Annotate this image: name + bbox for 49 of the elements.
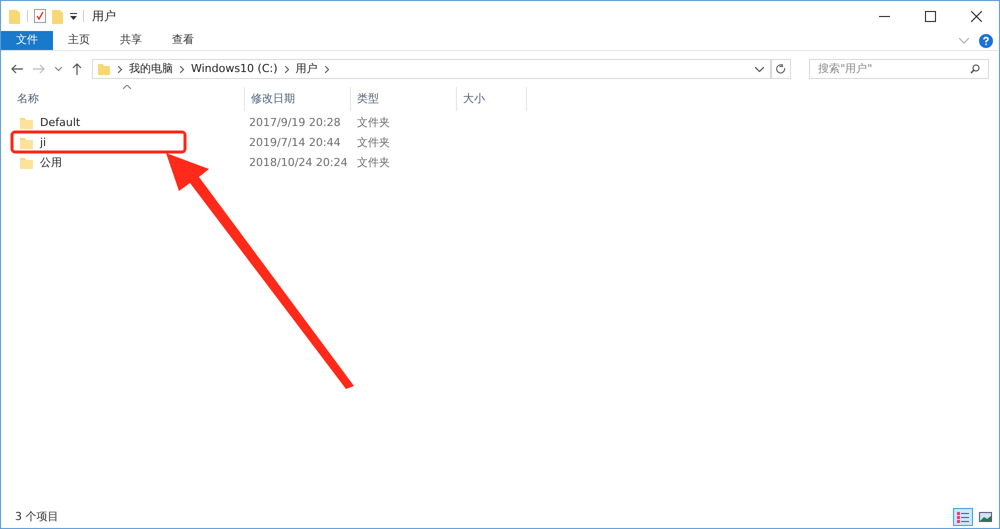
- search-placeholder: 搜索"用户": [818, 60, 872, 77]
- column-header[interactable]: 类型: [357, 90, 379, 108]
- modified-date: 2019/7/14 20:44: [248, 134, 342, 151]
- details-view-button[interactable]: [953, 508, 973, 526]
- chevron-right-icon[interactable]: [324, 66, 329, 72]
- file-type: 文件夹: [356, 114, 390, 131]
- modified-date: 2018/10/24 20:24: [248, 154, 349, 171]
- column-header[interactable]: 大小: [463, 90, 485, 108]
- chevron-down-icon[interactable]: [755, 66, 764, 72]
- details-view-icon: [957, 512, 969, 522]
- sort-ascending-icon: [123, 85, 131, 89]
- ribbon-tab[interactable]: 共享: [105, 31, 157, 50]
- help-icon[interactable]: [979, 34, 993, 48]
- ribbon-tab[interactable]: 主页: [53, 31, 105, 50]
- breadcrumb[interactable]: 我的电脑: [128, 60, 173, 78]
- up-arrow-icon[interactable]: [72, 63, 82, 75]
- chevron-right-icon[interactable]: [118, 66, 122, 72]
- chevron-right-icon[interactable]: [284, 66, 289, 72]
- file-name[interactable]: Default: [40, 114, 80, 132]
- ribbon-tab[interactable]: 文件: [1, 31, 53, 50]
- folder-icon: [20, 117, 34, 129]
- item-count: 3 个项目: [15, 508, 58, 525]
- file-type: 文件夹: [356, 134, 390, 151]
- address-field[interactable]: 我的电脑 Windows10 (C:) 用户: [92, 59, 772, 79]
- file-type: 文件夹: [356, 154, 390, 171]
- thumbnail-view-icon: [978, 512, 992, 522]
- folder-icon: [20, 137, 34, 149]
- checklist-icon[interactable]: [34, 9, 46, 23]
- chevron-down-icon[interactable]: [54, 67, 62, 71]
- file-name[interactable]: 公用: [40, 154, 62, 172]
- modified-date: 2017/9/19 20:28: [248, 114, 342, 131]
- chevron-right-icon[interactable]: [180, 66, 184, 72]
- maximize-icon: [924, 10, 936, 22]
- refresh-button[interactable]: [771, 59, 792, 79]
- column-header[interactable]: 修改日期: [251, 90, 295, 108]
- back-arrow-icon[interactable]: [11, 64, 23, 74]
- folder-icon: [20, 157, 34, 169]
- column-header[interactable]: 名称: [17, 90, 39, 108]
- folder-icon: [96, 62, 111, 76]
- breadcrumb[interactable]: 用户: [296, 60, 318, 78]
- file-name[interactable]: ji: [40, 134, 46, 152]
- dropdown-icon[interactable]: [70, 12, 77, 20]
- refresh-icon: [776, 64, 786, 74]
- search-icon: [970, 64, 980, 74]
- window-title: 用户: [92, 8, 116, 25]
- ribbon-tab[interactable]: 查看: [157, 31, 209, 50]
- breadcrumb[interactable]: Windows10 (C:): [190, 60, 278, 78]
- close-icon: [970, 10, 982, 22]
- search-field[interactable]: 搜索"用户": [809, 59, 989, 79]
